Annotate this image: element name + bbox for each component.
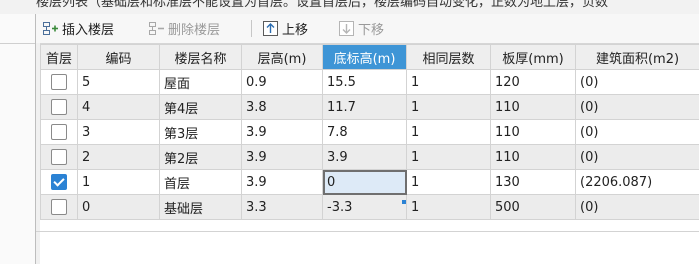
floor-name-cell[interactable]: 第2层 <box>159 144 242 170</box>
floor-height-cell[interactable]: 3.8 <box>241 94 323 120</box>
toolbar-separator <box>251 20 252 37</box>
col-header-slab-thickness[interactable]: 板厚(mm) <box>490 44 576 70</box>
floor-name-cell[interactable]: 第3层 <box>159 119 242 145</box>
building-area-cell[interactable]: (0) <box>575 144 699 170</box>
first-floor-cell[interactable] <box>40 144 78 170</box>
table-row[interactable]: 1 首层 3.9 0 1 130 (2206.087) <box>40 169 699 195</box>
slab-thickness-cell[interactable]: 500 <box>490 194 576 220</box>
first-floor-cell[interactable] <box>40 194 78 220</box>
first-floor-cell[interactable] <box>40 94 78 120</box>
floor-height-cell[interactable]: 3.9 <box>241 144 323 170</box>
list-description: 楼层列表（基础层和标准层不能设置为首层。设置首层后，楼层编码自动变化，正数为地上… <box>36 0 609 10</box>
col-header-floor-name[interactable]: 楼层名称 <box>159 44 242 70</box>
grid-bottom-border <box>36 231 699 232</box>
building-area-cell[interactable]: (2206.087) <box>575 169 699 195</box>
floor-name-cell[interactable]: 屋面 <box>159 69 242 95</box>
table-row[interactable]: 5 屋面 0.9 15.5 1 120 (0) <box>40 69 699 95</box>
first-floor-checkbox[interactable] <box>51 199 67 215</box>
col-header-code[interactable]: 编码 <box>77 44 160 70</box>
table-row[interactable]: 0 基础层 3.3 -3.3 1 500 (0) <box>40 194 699 220</box>
left-panel <box>0 14 36 264</box>
insert-floor-icon <box>42 20 59 37</box>
first-floor-checkbox[interactable] <box>51 124 67 140</box>
bottom-elevation-cell[interactable]: 3.9 <box>322 144 407 170</box>
same-floor-count-cell[interactable]: 1 <box>406 119 491 145</box>
code-cell[interactable]: 0 <box>77 194 160 220</box>
slab-thickness-cell[interactable]: 110 <box>490 144 576 170</box>
first-floor-cell[interactable] <box>40 69 78 95</box>
cell-fill-handle[interactable] <box>402 200 406 204</box>
move-up-label: 上移 <box>282 23 309 38</box>
slab-thickness-cell[interactable]: 120 <box>490 69 576 95</box>
slab-thickness-cell[interactable]: 130 <box>490 169 576 195</box>
first-floor-checkbox[interactable] <box>51 74 67 90</box>
code-cell[interactable]: 5 <box>77 69 160 95</box>
building-area-cell[interactable]: (0) <box>575 94 699 120</box>
col-header-bottom-elevation[interactable]: 底标高(m) <box>322 44 407 70</box>
same-floor-count-cell[interactable]: 1 <box>406 194 491 220</box>
header-strip: 楼层列表（基础层和标准层不能设置为首层。设置首层后，楼层编码自动变化，正数为地上… <box>0 0 699 14</box>
col-header-first-floor[interactable]: 首层 <box>40 44 78 70</box>
insert-floor-label: 插入楼层 <box>62 23 115 38</box>
floor-name-cell[interactable]: 基础层 <box>159 194 242 220</box>
col-header-building-area[interactable]: 建筑面积(m2) <box>575 44 699 70</box>
floor-height-cell[interactable]: 3.3 <box>241 194 323 220</box>
first-floor-checkbox[interactable] <box>51 149 67 165</box>
same-floor-count-cell[interactable]: 1 <box>406 69 491 95</box>
bottom-elevation-cell[interactable]: 11.7 <box>322 94 407 120</box>
first-floor-checkbox[interactable] <box>51 99 67 115</box>
table-row[interactable]: 4 第4层 3.8 11.7 1 110 (0) <box>40 94 699 120</box>
delete-floor-label: 删除楼层 <box>168 23 221 38</box>
slab-thickness-cell[interactable]: 110 <box>490 119 576 145</box>
floor-height-cell[interactable]: 3.9 <box>241 169 323 195</box>
floor-table: 首层 编码 楼层名称 层高(m) 底标高(m) 相同层数 板厚(mm) 建筑面积… <box>40 44 699 220</box>
col-header-floor-height[interactable]: 层高(m) <box>241 44 323 70</box>
toolbar: 插入楼层 删除楼层 上移 下移 <box>36 14 699 44</box>
slab-thickness-cell[interactable]: 110 <box>490 94 576 120</box>
first-floor-cell[interactable] <box>40 119 78 145</box>
table-header-row: 首层 编码 楼层名称 层高(m) 底标高(m) 相同层数 板厚(mm) 建筑面积… <box>40 44 699 70</box>
delete-floor-button[interactable]: 删除楼层 <box>148 18 220 39</box>
code-cell[interactable]: 3 <box>77 119 160 145</box>
same-floor-count-cell[interactable]: 1 <box>406 169 491 195</box>
building-area-cell[interactable]: (0) <box>575 119 699 145</box>
move-up-button[interactable]: 上移 <box>262 18 308 39</box>
floor-name-cell[interactable]: 首层 <box>159 169 242 195</box>
table-row[interactable]: 3 第3层 3.9 7.8 1 110 (0) <box>40 119 699 145</box>
bottom-elevation-cell[interactable]: -3.3 <box>322 194 407 220</box>
first-floor-checkbox-checked[interactable] <box>51 174 67 190</box>
move-down-button[interactable]: 下移 <box>338 18 384 39</box>
code-cell[interactable]: 2 <box>77 144 160 170</box>
col-header-same-floor-count[interactable]: 相同层数 <box>406 44 491 70</box>
left-panel-separator <box>0 43 35 44</box>
floor-name-cell[interactable]: 第4层 <box>159 94 242 120</box>
same-floor-count-cell[interactable]: 1 <box>406 94 491 120</box>
arrow-up-icon <box>262 20 279 37</box>
bottom-elevation-cell[interactable]: 7.8 <box>322 119 407 145</box>
insert-floor-button[interactable]: 插入楼层 <box>42 18 114 39</box>
floor-height-cell[interactable]: 0.9 <box>241 69 323 95</box>
first-floor-cell[interactable] <box>40 169 78 195</box>
code-cell[interactable]: 4 <box>77 94 160 120</box>
bottom-elevation-cell[interactable]: 15.5 <box>322 69 407 95</box>
table-row[interactable]: 2 第2层 3.9 3.9 1 110 (0) <box>40 144 699 170</box>
floor-height-cell[interactable]: 3.9 <box>241 119 323 145</box>
building-area-cell[interactable]: (0) <box>575 194 699 220</box>
delete-floor-icon <box>148 20 165 37</box>
same-floor-count-cell[interactable]: 1 <box>406 144 491 170</box>
move-down-label: 下移 <box>358 23 385 38</box>
code-cell[interactable]: 1 <box>77 169 160 195</box>
arrow-down-icon <box>338 20 355 37</box>
building-area-cell[interactable]: (0) <box>575 69 699 95</box>
bottom-elevation-cell-editing[interactable]: 0 <box>322 169 407 195</box>
